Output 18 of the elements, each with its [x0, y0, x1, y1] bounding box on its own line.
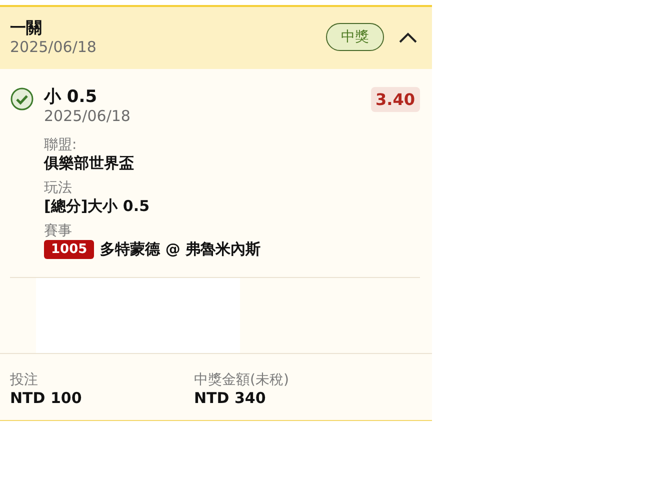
pick-date: 2025/06/18: [44, 107, 130, 125]
pick-name: 小 0.5: [44, 87, 98, 107]
status-badge: 中獎: [326, 23, 384, 51]
detail-value: 多特蒙德 @ 弗魯米內斯: [100, 240, 261, 259]
summary-value: NTD 100: [10, 389, 83, 408]
detail-value: [總分]大小 0.5: [44, 197, 151, 216]
detail-label: 聯盟:: [44, 137, 78, 154]
bet-type: 一關: [10, 18, 43, 38]
detail-value: 俱樂部世界盃: [44, 154, 135, 173]
summary-value: NTD 340: [194, 389, 267, 408]
detail-label: 玩法: [44, 180, 73, 197]
odds-badge: 3.40: [370, 87, 420, 112]
detail-label: 賽事: [44, 223, 73, 240]
summary-label: 投注: [10, 372, 39, 389]
match-code: 1005: [44, 240, 94, 259]
caret-icon: [398, 31, 418, 43]
summary-label: 中獎金額(未稅): [194, 372, 290, 389]
bet-date: 2025/06/18: [10, 38, 96, 56]
